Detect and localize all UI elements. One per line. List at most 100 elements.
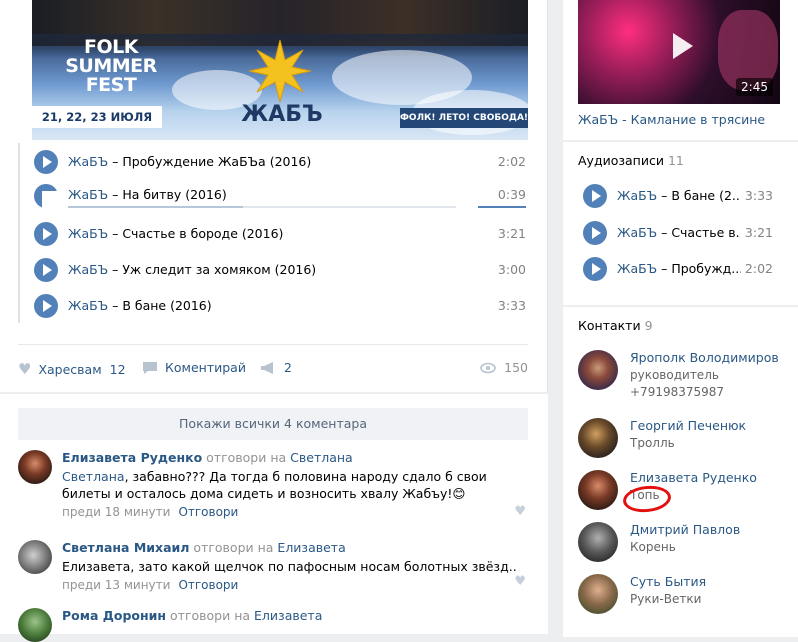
video-duration: 2:45 [736, 78, 773, 96]
contact-item: Георгий Печенюк Тролль [578, 418, 793, 470]
avatar[interactable] [578, 418, 618, 458]
avatar[interactable] [578, 574, 618, 614]
audio-track-playing[interactable]: ЖаБЪ – На битву (2016) 0:39 [18, 179, 528, 215]
video-title-link[interactable]: ЖаБЪ - Камлание в трясине [578, 112, 765, 127]
play-icon[interactable] [34, 150, 58, 174]
avatar[interactable] [578, 522, 618, 562]
track-artist[interactable]: ЖаБЪ [68, 154, 108, 169]
comment-author[interactable]: Елизавета Руденко [62, 450, 202, 465]
track-artist[interactable]: ЖаБЪ [68, 187, 108, 202]
avatar[interactable] [578, 470, 618, 510]
sidebar-audio-track[interactable]: ЖаБЪ – Счастье в... 3:21 [578, 218, 783, 248]
contacts-section-header[interactable]: Контакти 9 [578, 318, 653, 333]
star-icon [248, 39, 312, 103]
avatar[interactable] [18, 450, 52, 484]
track-duration: 3:33 [497, 298, 526, 313]
play-icon[interactable] [34, 294, 58, 318]
share-button[interactable]: 2 [260, 360, 292, 375]
track-duration: 3:21 [744, 225, 773, 240]
track-title[interactable]: Уж следит за хомяком (2016) [122, 262, 316, 277]
heart-icon: ♥ [18, 360, 32, 378]
audio-track[interactable]: ЖаБЪ – Счастье в бороде (2016) 3:21 [18, 215, 528, 251]
like-button[interactable]: ♥ Харесвам 12 [18, 360, 126, 378]
audio-track[interactable]: ЖаБЪ – Пробуждение ЖаБЪа (2016) 2:02 [18, 143, 528, 179]
track-title[interactable]: Счастье в бороде (2016) [122, 226, 283, 241]
like-count: 12 [109, 361, 126, 377]
sidebar-audio-block: Аудиозаписи 11 ЖаБЪ – В бане (2... 3:33 Ж… [563, 142, 798, 305]
track-title[interactable]: Пробуждение ЖаБЪа (2016) [122, 154, 311, 169]
show-all-comments-button[interactable]: Покажи всички 4 коментара [18, 408, 528, 440]
sidebar-audio-track[interactable]: ЖаБЪ – В бане (2... 3:33 [578, 181, 783, 211]
contact-name[interactable]: Суть Бытия [630, 574, 706, 589]
track-title[interactable]: В бане (2016) [122, 298, 211, 313]
play-icon[interactable] [34, 222, 58, 246]
play-icon[interactable] [583, 184, 607, 208]
volume-slider[interactable] [478, 206, 526, 208]
share-count: 2 [284, 360, 292, 375]
track-artist[interactable]: ЖаБЪ [68, 262, 108, 277]
avatar[interactable] [18, 608, 52, 642]
contact-role: Корень [630, 540, 676, 554]
pause-icon[interactable] [34, 184, 58, 213]
contact-name[interactable]: Дмитрий Павлов [630, 522, 740, 537]
audio-track[interactable]: ЖаБЪ – В бане (2016) 3:33 [18, 287, 528, 323]
avatar[interactable] [578, 350, 618, 390]
track-duration: 2:02 [497, 154, 526, 169]
contacts-count: 9 [644, 318, 653, 333]
band-name-logo: ЖАБЪ [241, 102, 323, 127]
track-duration: 0:39 [497, 187, 526, 202]
comment-text: , зато какой щелчок по пафосным носам бо… [130, 559, 517, 574]
track-title[interactable]: На битву (2016) [122, 187, 226, 202]
comment-button[interactable]: Коментирай [142, 360, 246, 375]
reply-button[interactable]: Отговори [178, 578, 238, 592]
audio-count: 11 [667, 153, 684, 168]
megaphone-icon [261, 361, 273, 374]
contact-name[interactable]: Георгий Печенюк [630, 418, 746, 433]
track-duration: 3:33 [744, 188, 773, 203]
sidebar-contacts-block: Контакти 9 Ярополк Володимиров руководите… [563, 307, 798, 637]
audio-section-header[interactable]: Аудиозаписи 11 [578, 153, 684, 168]
contact-role: руководитель [630, 368, 719, 382]
track-artist[interactable]: ЖаБЪ [68, 226, 108, 241]
avatar[interactable] [18, 540, 52, 574]
play-icon[interactable] [583, 257, 607, 281]
comment-reply-target[interactable]: Елизавета [254, 608, 322, 623]
track-artist[interactable]: ЖаБЪ [68, 298, 108, 313]
post-actions-bar: ♥ Харесвам 12 Коментирай 2 150 [18, 344, 528, 390]
video-thumbnail[interactable]: 2:45 [578, 0, 780, 104]
comment-mention-plain[interactable]: Елизавета [62, 559, 130, 574]
comment-like-heart-icon[interactable]: ♥ [514, 574, 526, 589]
comment-mention[interactable]: Светлана [62, 469, 125, 484]
contact-item: Дмитрий Павлов Корень [578, 522, 793, 574]
comment-time[interactable]: преди 13 минути [62, 578, 170, 592]
sidebar-audio-track[interactable]: ЖаБЪ – Пробужд... 2:02 [578, 254, 783, 284]
audio-track[interactable]: ЖаБЪ – Уж следит за хомяком (2016) 3:00 [18, 251, 528, 287]
contact-name[interactable]: Елизавета Руденко [630, 470, 757, 485]
contact-item: Елизавета Руденко Топь [578, 470, 793, 522]
track-duration: 2:02 [744, 261, 773, 276]
fest-slogan: ФОЛК! ЛЕТО! СВОБОДА! [400, 108, 528, 128]
comment-time[interactable]: преди 18 минути [62, 505, 170, 519]
contact-name[interactable]: Ярополк Володимиров [630, 350, 779, 365]
comments-section: Покажи всички 4 коментара Елизавета Руде… [0, 394, 548, 642]
track-progress-bar[interactable] [68, 206, 456, 208]
views-counter: 150 [480, 360, 528, 375]
fest-dates: 21, 22, 23 ИЮЛЯ [32, 106, 162, 128]
comment-icon [143, 361, 157, 374]
comment-reply-target[interactable]: Светлана [290, 450, 353, 465]
post-banner-image[interactable]: FOLK SUMMER FEST 21, 22, 23 ИЮЛЯ ЖАБЪ ФО… [32, 0, 528, 140]
comment-like-heart-icon[interactable]: ♥ [514, 504, 526, 519]
play-icon[interactable] [34, 258, 58, 282]
comment-author[interactable]: Светлана Михаил [62, 540, 189, 555]
contact-role: Руки-Ветки [630, 592, 702, 606]
reply-button[interactable]: Отговори [178, 505, 238, 519]
play-icon[interactable] [583, 221, 607, 245]
comment-text: , забавно??? Да тогда б половина народу … [62, 469, 487, 501]
sidebar-video-block: 2:45 ЖаБЪ - Камлание в трясине [563, 0, 798, 140]
comment-author[interactable]: Рома Доронин [62, 608, 166, 623]
contact-item: Ярополк Володимиров руководитель +791983… [578, 350, 793, 402]
play-icon[interactable] [666, 31, 696, 61]
comment-reply-target[interactable]: Елизавета [277, 540, 345, 555]
contact-phone: +79198375987 [630, 385, 725, 399]
contact-item: Суть Бытия Руки-Ветки [578, 574, 793, 626]
